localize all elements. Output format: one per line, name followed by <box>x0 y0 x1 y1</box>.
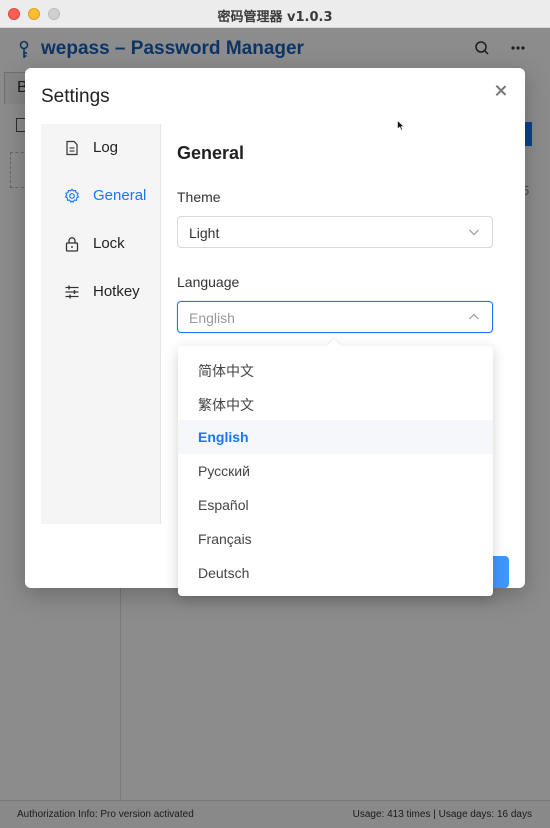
language-option[interactable]: 简体中文 <box>178 352 493 386</box>
nav-label: Lock <box>93 235 125 252</box>
nav-item-hotkey[interactable]: Hotkey <box>41 272 160 312</box>
gear-icon <box>64 188 80 203</box>
language-option[interactable]: Deutsch <box>178 556 493 590</box>
lock-icon <box>65 237 79 252</box>
language-option[interactable]: Français <box>178 522 493 556</box>
document-icon <box>66 140 78 156</box>
nav-item-lock[interactable]: Lock <box>41 224 160 264</box>
mouse-cursor-icon <box>397 120 405 131</box>
language-dropdown: 简体中文 繁体中文 English Русский Español França… <box>178 338 493 596</box>
theme-label: Theme <box>177 189 221 205</box>
dialog-title: Settings <box>41 86 110 107</box>
nav-item-general[interactable]: General <box>41 176 160 216</box>
window-titlebar: 密码管理器 v1.0.3 <box>0 0 550 28</box>
window-title: 密码管理器 v1.0.3 <box>217 10 333 25</box>
chevron-up-icon <box>469 313 479 320</box>
language-option[interactable]: 繁体中文 <box>178 386 493 420</box>
nav-label: Hotkey <box>93 283 140 300</box>
language-value: English <box>189 310 235 326</box>
sliders-icon <box>65 285 79 299</box>
theme-value: Light <box>189 225 220 241</box>
nav-label: General <box>93 187 147 204</box>
language-option[interactable]: Русский <box>178 454 493 488</box>
section-title: General <box>177 143 245 163</box>
settings-nav: Log General Lock Hotkey <box>41 124 161 524</box>
chevron-down-icon <box>469 229 479 236</box>
language-label: Language <box>177 274 240 290</box>
nav-label: Log <box>93 139 119 156</box>
close-icon[interactable] <box>493 83 509 99</box>
confirm-button[interactable] <box>491 556 509 588</box>
theme-select[interactable]: Light <box>177 216 493 248</box>
language-option[interactable]: Español <box>178 488 493 522</box>
language-option-selected[interactable]: English <box>178 420 493 454</box>
language-select[interactable]: English <box>177 301 493 333</box>
nav-item-log[interactable]: Log <box>41 128 160 168</box>
